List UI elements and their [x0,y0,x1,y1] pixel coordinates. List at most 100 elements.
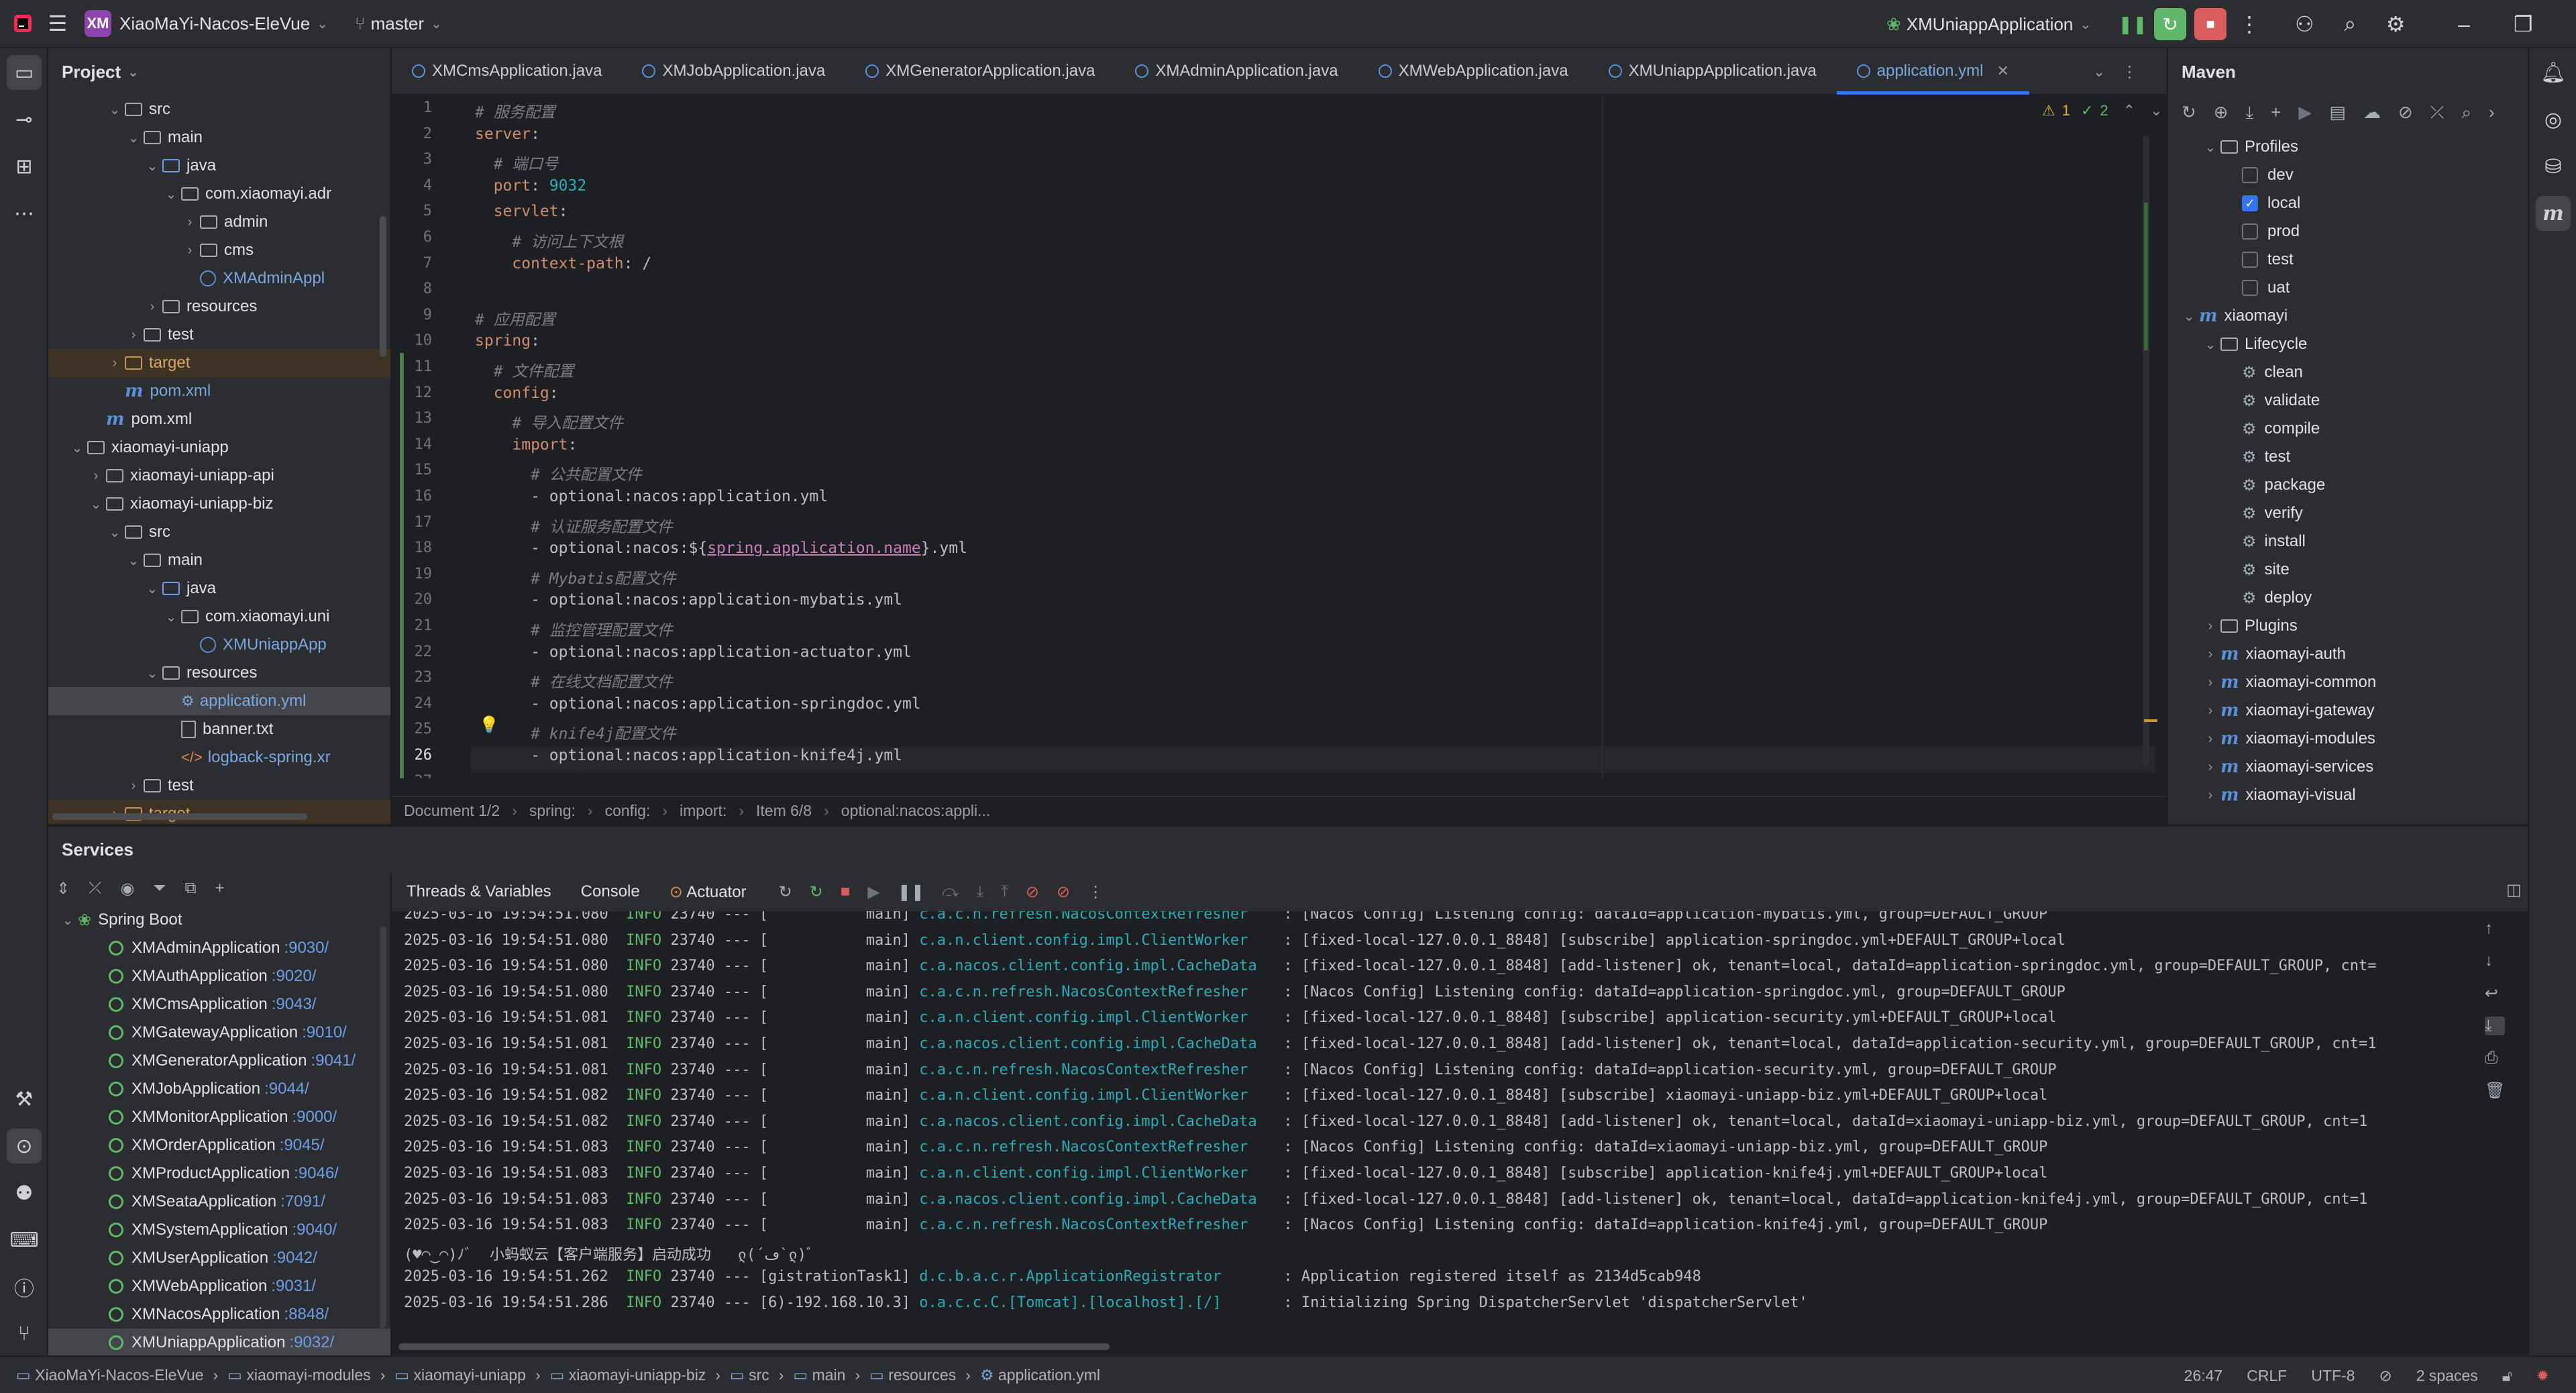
filter-icon[interactable]: ⏷ [153,879,166,898]
tree-node[interactable]: XMUniappApp [48,631,390,659]
tree-node[interactable]: m pom.xml [48,405,390,433]
status-breadcrumb-item[interactable]: ▭ main [784,1366,855,1384]
tree-node[interactable]: › test [48,321,390,349]
tree-node[interactable]: › xiaomayi-uniapp-api [48,462,390,490]
chevron-down-icon[interactable]: ⌄ [142,158,162,174]
build-hammer-icon[interactable]: ⚒ [7,1082,42,1117]
chevron-down-icon[interactable]: ⌄ [123,552,144,569]
chevron-right-icon[interactable]: › [123,778,144,794]
service-item[interactable]: XMCmsApplication:9043/ [48,990,390,1019]
service-item[interactable]: XMAuthApplication:9020/ [48,962,390,990]
chevron-right-icon[interactable]: › [2200,731,2220,747]
reload-icon[interactable]: ↻ [2182,102,2196,123]
tree-node[interactable]: ⌄ com.xiaomayi.adr [48,180,390,208]
notifications-bell-icon[interactable]: 🔔︎ [2536,55,2571,90]
services-icon[interactable]: ⊙ [7,1129,42,1164]
tree-node[interactable]: ⌄ xiaomayi-uniapp [48,433,390,462]
chevron-right-icon[interactable]: › [123,327,144,343]
file-encoding[interactable]: UTF-8 [2311,1367,2355,1385]
tree-node[interactable]: ⌄ com.xiaomayi.uni [48,603,390,631]
maven-node[interactable]: ⚙ test [2168,443,2528,471]
maven-node[interactable]: dev [2168,161,2528,189]
resume-icon[interactable]: ▶ [867,882,879,902]
project-name[interactable]: XiaoMaYi-Nacos-EleVue [119,13,310,34]
chevron-right-icon[interactable]: › [180,243,200,258]
tree-node[interactable]: › cms [48,236,390,264]
profile-checkbox[interactable]: ✓ [2242,195,2258,211]
analyze-icon[interactable]: ⌕ [2461,102,2471,123]
editor-tab[interactable]: XMJobApplication.java [622,48,845,95]
soft-wrap-icon[interactable]: ↩ [2485,984,2505,1003]
breadcrumb-item[interactable]: import: [667,802,739,820]
maven-node[interactable]: ⚙ site [2168,556,2528,584]
close-window-icon[interactable]: ✕ [2565,7,2576,42]
step-out-icon[interactable]: ⤒ [1001,882,1008,901]
intention-bulb-icon[interactable]: 💡 [479,715,499,734]
tree-node[interactable]: ⌄ java [48,574,390,603]
chevron-right-icon[interactable]: › [2489,102,2495,123]
service-item[interactable]: XMUserApplication:9042/ [48,1244,390,1272]
breadcrumb-item[interactable]: Document 1/2 [392,802,512,820]
maven-node[interactable]: › m xiaomayi-visual [2168,781,2528,809]
chevron-right-icon[interactable]: › [2200,619,2220,634]
app-logo-icon[interactable] [5,6,40,41]
chevron-right-icon[interactable]: › [2200,647,2220,662]
scroll-down-icon[interactable]: ↓ [2485,951,2505,970]
database-icon[interactable]: ⛁ [2536,149,2571,184]
line-separator[interactable]: CRLF [2247,1367,2287,1385]
editor-tab[interactable]: XMGeneratorApplication.java [845,48,1115,95]
editor-tab[interactable]: XMUniappApplication.java [1589,48,1837,95]
add-icon[interactable]: + [2271,102,2281,123]
more-tools-icon[interactable]: ⋯ [7,196,42,231]
chevron-down-icon[interactable]: ⌄ [127,64,139,81]
chevron-down-icon[interactable]: ⌄ [2200,139,2220,156]
step-over-icon[interactable]: ⤼ [942,882,959,901]
chevron-down-icon[interactable]: ⌄ [142,665,162,682]
collapse-all-icon[interactable]: ⤫ [89,879,101,898]
maven-node[interactable]: ⚙ validate [2168,386,2528,415]
tree-node[interactable]: XMAdminAppl [48,264,390,293]
expand-all-icon[interactable]: ⇕ [56,879,70,898]
maven-node[interactable]: › m xiaomayi-auth [2168,640,2528,668]
maven-node[interactable]: › m xiaomayi-modules [2168,725,2528,753]
chevron-down-icon[interactable]: ⌄ [161,609,181,625]
breadcrumb-item[interactable]: optional:nacos:appli... [829,802,1003,820]
service-item[interactable]: XMMonitorApplication:9000/ [48,1103,390,1131]
tree-node[interactable]: › target [48,349,390,377]
tree-node[interactable]: ⌄ src [48,518,390,546]
service-item[interactable]: XMSystemApplication:9040/ [48,1216,390,1244]
service-port-link[interactable]: :9010/ [302,1023,347,1042]
inspection-widget[interactable]: ⚠ 1 ✓ 2 ⌃ ⌄ [2042,102,2163,119]
chevron-down-icon[interactable]: ⌄ [2179,308,2199,325]
chevron-right-icon[interactable]: › [180,215,200,230]
service-port-link[interactable]: :9040/ [292,1221,337,1239]
maven-node[interactable]: ⌄ Lifecycle [2168,330,2528,358]
settings-gear-icon[interactable]: ⚙ [2378,7,2413,42]
tree-node[interactable]: m pom.xml [48,377,390,405]
chevron-down-icon[interactable]: ⌄ [161,186,181,203]
service-port-link[interactable]: :9042/ [272,1249,317,1268]
service-item[interactable]: XMNacosApplication:8848/ [48,1300,390,1329]
chevron-down-icon[interactable]: ⌄ [2150,102,2162,119]
indent-setting[interactable]: 2 spaces [2416,1367,2478,1385]
lock-icon[interactable]: 🔓︎ [2502,1367,2512,1385]
chevron-right-icon[interactable]: › [2200,675,2220,690]
tree-node[interactable]: banner.txt [48,715,390,743]
commit-icon[interactable]: ⊸ [7,102,42,137]
execute-goal-icon[interactable]: ▤ [2329,102,2346,123]
status-breadcrumb-item[interactable]: ▭ xiaomayi-modules [218,1366,380,1384]
chevron-down-icon[interactable]: ⌄ [2200,336,2220,353]
tree-node[interactable]: ⌄ xiaomayi-uniapp-biz [48,490,390,518]
ai-assistant-icon[interactable]: ◎ [2536,102,2571,137]
main-menu-icon[interactable]: ☰ [40,6,75,41]
scroll-up-icon[interactable]: ↑ [2485,919,2505,938]
service-port-link[interactable]: :9044/ [264,1080,309,1098]
chevron-right-icon[interactable]: › [105,356,125,371]
step-into-icon[interactable]: ⤓ [977,882,984,901]
chevron-right-icon[interactable]: › [2200,703,2220,719]
vertical-scrollbar[interactable] [380,926,386,1329]
console-tab[interactable]: ⊙ Actuator [655,882,761,902]
run-icon[interactable]: ▶ [2298,102,2312,123]
chevron-down-icon[interactable]: ⌄ [86,496,106,513]
chevron-down-icon[interactable]: ⌄ [67,440,87,456]
